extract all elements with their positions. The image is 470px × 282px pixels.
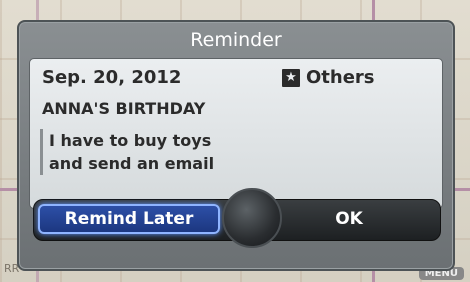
button-bar: Remind Later OK: [33, 188, 441, 248]
star-icon: ★: [282, 68, 300, 87]
remind-later-button[interactable]: Remind Later: [38, 204, 220, 234]
reminder-date: Sep. 20, 2012: [42, 67, 182, 88]
reminder-note: I have to buy toys and send an email: [40, 129, 299, 175]
reminder-content-panel: Sep. 20, 2012 ★ Others ANNA'S BIRTHDAY I…: [29, 58, 443, 209]
note-line: and send an email: [49, 154, 215, 173]
category-label: Others: [306, 67, 375, 88]
dialog-title: Reminder: [190, 29, 282, 51]
ok-button[interactable]: OK: [264, 204, 434, 234]
event-title: ANNA'S BIRTHDAY: [42, 99, 206, 118]
reminder-category: ★ Others: [282, 67, 375, 88]
reminder-dialog: Reminder Sep. 20, 2012 ★ Others ANNA'S B…: [17, 20, 455, 271]
note-line: I have to buy toys: [49, 131, 212, 150]
